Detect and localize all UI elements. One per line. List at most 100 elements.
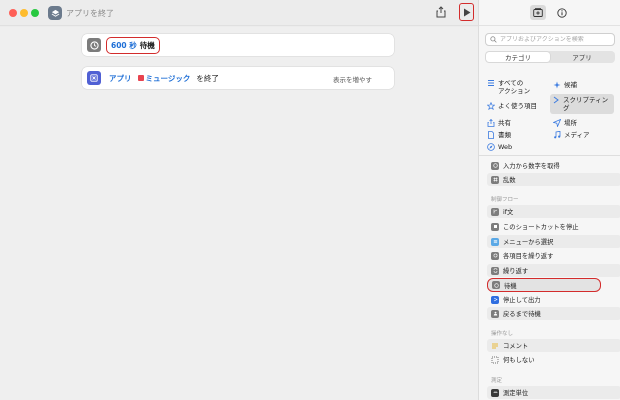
category-web[interactable]: Web [487,143,512,151]
category-documents[interactable]: 書類 [487,131,511,139]
action-wait-return[interactable]: 戻るまで待機 [487,307,620,320]
action-comment[interactable]: コメント [487,339,620,352]
action-if[interactable]: if文 [487,205,620,218]
quit-app-icon [87,71,101,85]
category-sharing-label: 共有 [498,119,511,127]
action-repeat-each[interactable]: 各項目を繰り返す [487,249,620,262]
category-location[interactable]: 場所 [553,119,577,127]
category-sharing[interactable]: 共有 [487,119,511,127]
action-comment-label: コメント [503,343,529,350]
action-get-number[interactable]: 入力から数字を取得 [487,159,620,172]
comment-icon [491,342,499,350]
branch-icon [491,207,499,216]
wait-seconds-value[interactable]: 600 秒 [111,40,137,51]
section-header-measure: 測定 [491,378,503,384]
category-suggestions-label: 候補 [564,81,577,89]
action-wait-label: 待機 [504,282,517,290]
action-stop-shortcut-label: このショートカットを停止 [503,224,579,231]
action-search-field[interactable] [485,33,615,46]
close-window-button[interactable] [9,9,17,17]
quit-app-action-card[interactable]: アプリ ミュージック を終了 表示を増やす [82,67,394,89]
action-choose-menu-label: メニューから選択 [503,239,554,246]
category-scripting-label: スクリプティング [563,96,609,112]
info-icon [556,7,567,18]
action-measure-unit[interactable]: 測定単位 [487,386,620,399]
category-scripting[interactable]: スクリプティング [550,94,614,114]
action-repeat-each-label: 各項目を繰り返す [503,253,554,260]
wait-action-card[interactable]: 600 秒 待機 [82,34,394,56]
sidebar-divider [479,155,620,156]
category-location-label: 場所 [564,119,577,127]
category-media[interactable]: メディア [553,131,590,139]
share-icon [436,6,446,18]
window-titlebar: アプリを終了 [0,0,478,26]
share-icon [487,119,495,127]
action-stop-shortcut[interactable]: このショートカットを停止 [487,220,620,233]
library-segmented-control: カテゴリ アプリ [485,51,615,63]
action-random[interactable]: 乱数 [487,173,620,186]
music-app-label: ミュージック [145,73,191,83]
shortcut-icon[interactable] [48,6,62,20]
sparkle-icon [553,81,561,89]
music-app-token[interactable]: ミュージック [137,73,191,84]
repeat-each-icon [491,251,499,260]
clock-icon [87,38,101,52]
action-repeat[interactable]: 繰り返す [487,264,620,277]
ruler-icon [491,388,499,397]
run-button[interactable] [459,3,474,21]
action-choose-menu[interactable]: メニューから選択 [487,235,620,248]
action-measure-unit-label: 測定単位 [503,390,529,397]
repeat-icon [491,266,499,275]
category-all-actions[interactable]: すべての アクション [487,79,530,95]
music-note-icon [553,131,561,139]
document-icon [487,131,495,139]
segment-apps[interactable]: アプリ [550,52,614,62]
music-app-icon [137,75,144,81]
action-repeat-label: 繰り返す [503,268,529,275]
dashed-square-icon [491,356,499,364]
wait-label: 待機 [139,40,155,50]
wait-duration-field[interactable]: 600 秒 待機 [106,36,160,54]
minimize-window-button[interactable] [20,9,28,17]
stop-icon [491,222,499,231]
section-header-control-flow: 制御フロー [491,197,519,203]
action-get-number-label: 入力から数字を取得 [503,163,560,170]
category-all-label: すべての アクション [498,79,531,95]
compass-icon [487,143,495,151]
action-random-label: 乱数 [503,177,516,184]
shortcut-editor: 600 秒 待機 アプリ ミュージック を終了 表示を増やす [0,27,478,400]
app-token[interactable]: アプリ [109,73,132,84]
segment-categories[interactable]: カテゴリ [486,52,550,62]
zoom-window-button[interactable] [31,9,39,17]
play-icon [463,8,470,16]
action-stop-output-label: 停止して出力 [503,297,541,304]
action-search-input[interactable] [500,36,610,43]
number-action-icon [491,161,499,170]
sidebar-tab-bar [479,0,620,26]
window-title[interactable]: アプリを終了 [66,8,114,19]
stop-output-icon [491,295,499,304]
action-nothing[interactable]: 何もしない [487,353,620,366]
search-icon [490,36,497,43]
category-frequent[interactable]: よく使う項目 [487,102,537,110]
category-frequent-label: よく使う項目 [498,102,537,110]
library-add-icon [532,8,543,17]
action-wait-return-label: 戻るまで待機 [503,311,541,318]
share-button[interactable] [434,5,448,19]
category-media-label: メディア [564,131,590,139]
details-tab[interactable] [554,5,570,20]
action-wait[interactable]: 待機 [487,278,601,292]
hash-icon [491,175,499,184]
action-nothing-label: 何もしない [503,357,535,364]
category-suggestions[interactable]: 候補 [553,81,577,89]
action-if-label: if文 [503,209,514,216]
category-documents-label: 書類 [498,131,511,139]
section-header-no-action: 操作なし [491,331,514,337]
quit-suffix-label: を終了 [196,73,219,83]
show-more-button[interactable]: 表示を増やす [333,74,372,84]
person-icon [491,309,499,318]
location-arrow-icon [553,119,561,127]
action-library-tab[interactable] [529,5,546,20]
action-stop-output[interactable]: 停止して出力 [487,293,620,306]
action-library-sidebar: カテゴリ アプリ すべての アクション 候補 よく使う項目 スクリプティング 共… [478,0,620,400]
